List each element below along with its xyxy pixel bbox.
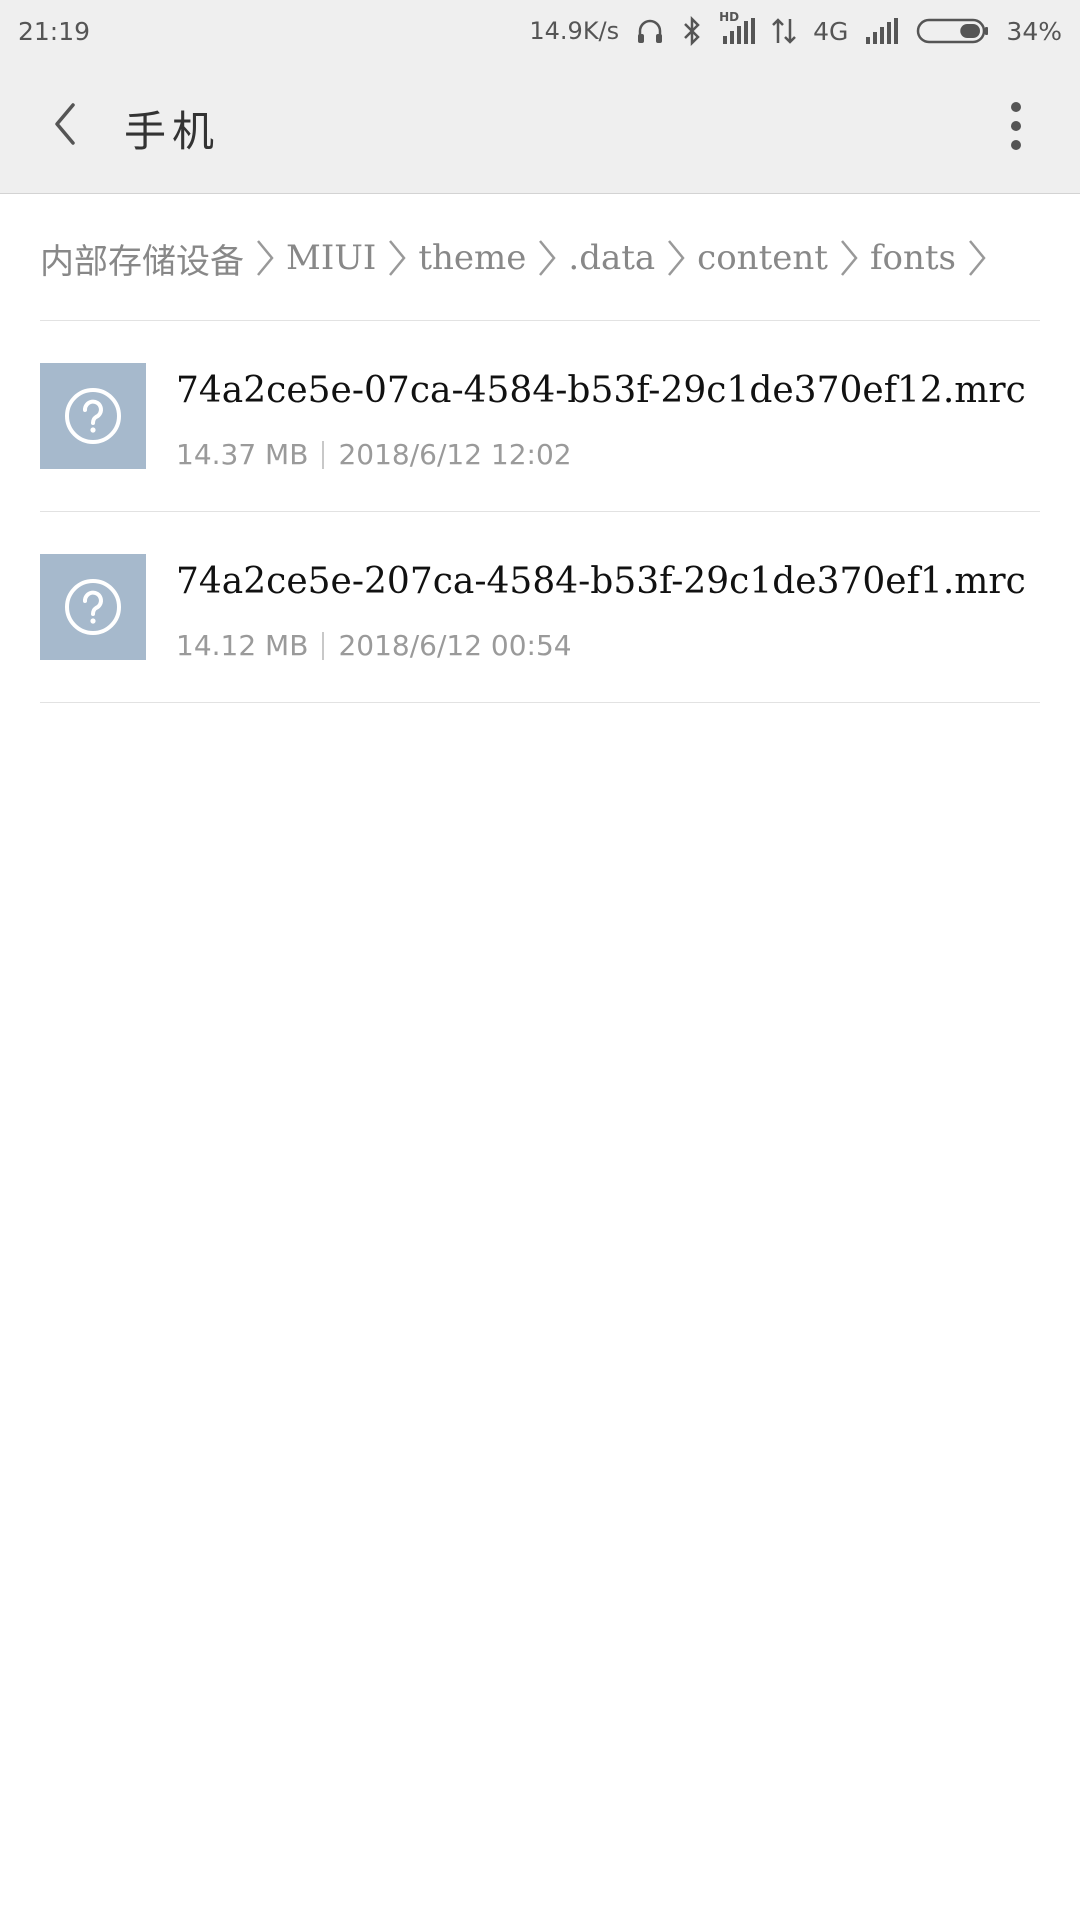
file-meta: 14.37 MB 2018/6/12 12:02 [176, 438, 572, 471]
more-menu-button[interactable] [986, 90, 1046, 162]
headphones-icon [635, 16, 665, 46]
network-type: 4G [813, 16, 849, 46]
back-button[interactable] [30, 84, 100, 164]
more-vertical-icon [1011, 102, 1021, 150]
breadcrumb: 内部存储设备 MIUI theme .data content fonts [40, 228, 1040, 288]
signal-icon [864, 16, 900, 46]
file-list-item[interactable]: 74a2ce5e-07ca-4584-b53f-29c1de370ef12.mr… [40, 320, 1040, 510]
header: 手机 [0, 62, 1080, 194]
breadcrumb-item-content[interactable]: content [697, 238, 828, 278]
breadcrumb-item-theme[interactable]: theme [418, 238, 526, 278]
status-icons: 14.9K/s HD 4G 34% [529, 10, 1062, 46]
battery-percent: 34% [1006, 16, 1062, 46]
hd-label: HD [719, 10, 740, 24]
data-arrows-icon [771, 16, 797, 46]
unknown-file-icon [40, 363, 146, 469]
breadcrumb-item-internal-storage[interactable]: 内部存储设备 [40, 234, 244, 283]
file-name: 74a2ce5e-07ca-4584-b53f-29c1de370ef12.mr… [176, 370, 1026, 411]
file-meta: 14.12 MB 2018/6/12 00:54 [176, 629, 572, 662]
file-size: 14.37 MB [176, 438, 309, 471]
chevron-right-icon [665, 237, 687, 279]
unknown-file-icon [40, 554, 146, 660]
chevron-right-icon [254, 237, 276, 279]
file-list-item[interactable]: 74a2ce5e-207ca-4584-b53f-29c1de370ef1.mr… [40, 511, 1040, 701]
status-bar: 21:19 14.9K/s HD 4G 34% [0, 0, 1080, 62]
battery-icon [916, 16, 990, 46]
breadcrumb-item-miui[interactable]: MIUI [286, 238, 376, 278]
chevron-left-icon [55, 103, 75, 145]
file-size: 14.12 MB [176, 629, 309, 662]
bluetooth-icon [681, 16, 703, 46]
file-name: 74a2ce5e-207ca-4584-b53f-29c1de370ef1.mr… [176, 561, 1026, 602]
file-date: 2018/6/12 12:02 [338, 438, 572, 471]
chevron-right-icon [966, 237, 988, 279]
status-time: 21:19 [18, 16, 91, 46]
chevron-right-icon [838, 237, 860, 279]
chevron-right-icon [536, 237, 558, 279]
chevron-right-icon [386, 237, 408, 279]
file-date: 2018/6/12 00:54 [338, 629, 572, 662]
network-speed: 14.9K/s [529, 17, 620, 45]
breadcrumb-item-data[interactable]: .data [568, 238, 655, 278]
divider [40, 702, 1040, 703]
breadcrumb-item-fonts[interactable]: fonts [870, 238, 956, 278]
meta-separator [322, 440, 325, 469]
meta-separator [322, 631, 325, 660]
page-title: 手机 [124, 107, 221, 156]
hd-signal-icon: HD [719, 10, 756, 46]
